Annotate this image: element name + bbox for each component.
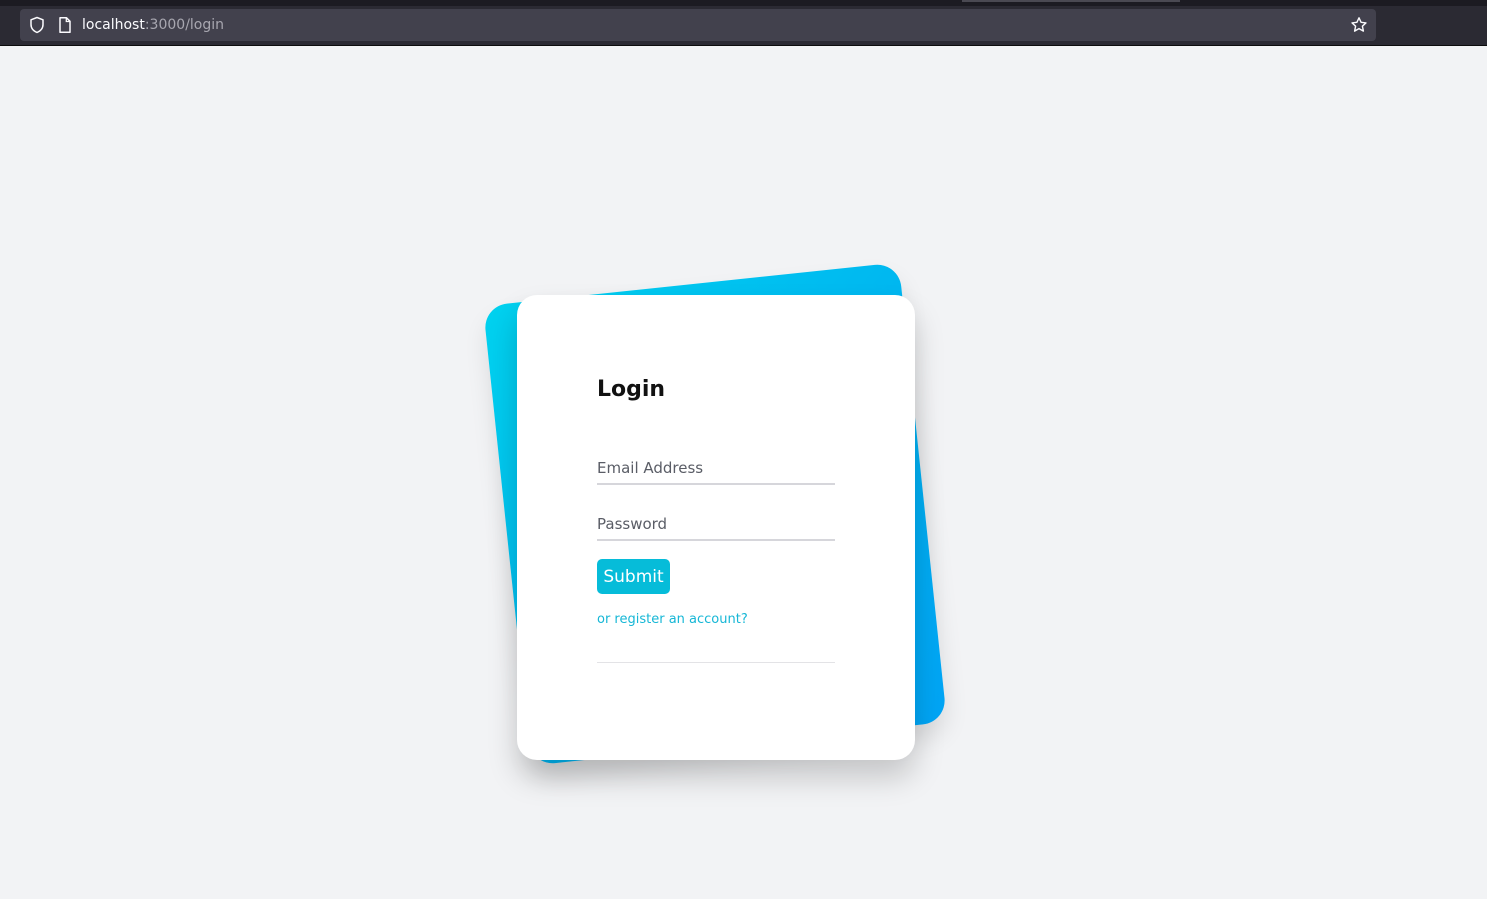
tab-strip (0, 0, 1487, 6)
active-tab-indicator (962, 0, 1180, 2)
submit-button[interactable]: Submit (597, 559, 670, 594)
page-icon (59, 17, 71, 33)
url-host: localhost (82, 17, 145, 33)
email-field[interactable] (597, 453, 835, 485)
page-content: Login Submit or register an account? (0, 46, 1487, 899)
register-link[interactable]: or register an account? (597, 612, 748, 627)
url-path: :3000/login (144, 17, 225, 33)
shield-icon[interactable] (28, 16, 46, 34)
browser-toolbar: localhost:3000/login (0, 0, 1487, 46)
url-text[interactable]: localhost:3000/login (82, 16, 224, 34)
card-divider (597, 662, 835, 663)
password-field[interactable] (597, 509, 835, 541)
login-title: Login (597, 377, 666, 402)
login-card: Login Submit or register an account? (517, 295, 915, 760)
star-icon[interactable] (1350, 16, 1368, 34)
address-bar[interactable]: localhost:3000/login (20, 9, 1376, 41)
